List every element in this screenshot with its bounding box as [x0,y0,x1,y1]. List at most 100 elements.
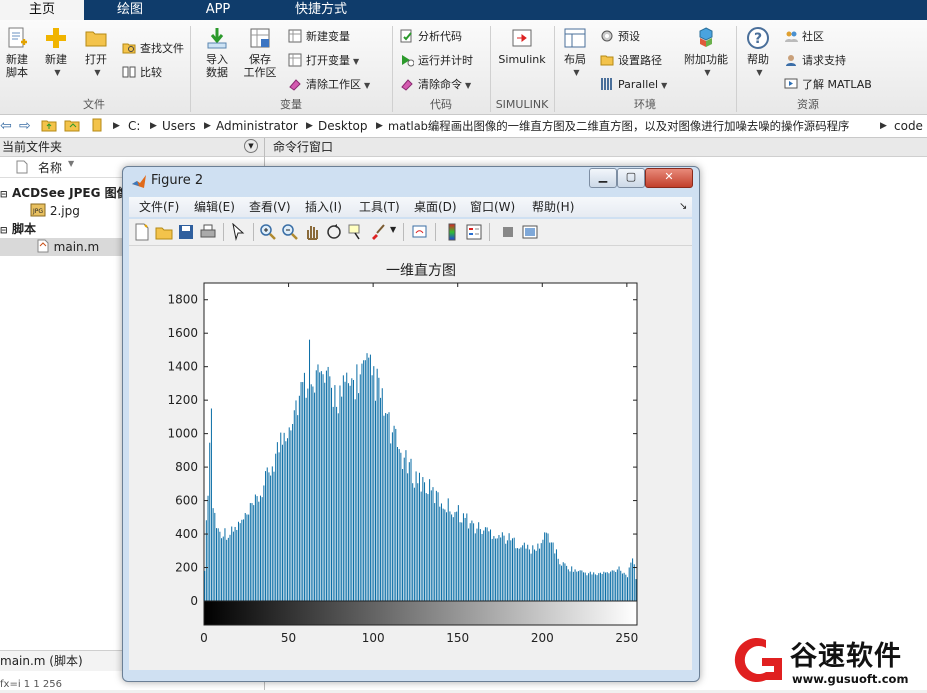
breadcrumb-part[interactable]: Administrator [216,115,298,137]
tab-plots[interactable]: 绘图 [86,0,174,20]
histogram-bar [572,571,574,601]
y-tick-label: 400 [175,527,198,541]
histogram-bar [263,485,265,601]
breadcrumb-part[interactable]: Desktop [318,115,368,137]
maximize-button[interactable]: ▢ [617,168,645,188]
panel-menu-icon[interactable]: ▼ [244,139,258,153]
histogram-bar [412,483,414,601]
column-name-header[interactable]: 名称 [38,159,62,176]
close-button[interactable]: ✕ [645,168,693,188]
rotate-3d-icon[interactable] [325,223,343,241]
find-files-icon [122,43,136,54]
histogram-bar [290,430,292,601]
new-variable-icon [288,29,302,43]
preferences-button[interactable]: 预设 [600,28,640,46]
set-path-button[interactable]: 设置路径 [600,52,662,70]
new-button[interactable]: 新建 ▼ [40,26,72,79]
menu-insert[interactable]: 插入(I) [305,197,342,217]
chevron-down-icon: ▼ [704,68,711,77]
run-and-time-button[interactable]: 运行并计时 [400,52,473,70]
import-data-button[interactable]: 导入 数据 [200,26,234,79]
layout-button[interactable]: 布局 ▼ [558,26,592,79]
histogram-bar [430,490,432,601]
link-plot-icon[interactable] [411,223,429,241]
up-folder-icon[interactable] [41,115,59,137]
zoom-out-icon[interactable] [281,223,299,241]
back-arrow-icon[interactable]: ⇦ [0,115,18,137]
menu-help[interactable]: 帮助(H) [532,197,574,217]
matlab-logo-icon [132,175,146,188]
figure-titlebar[interactable]: Figure 2 ▁ ▢ ✕ [123,167,699,195]
histogram-bar [366,353,368,601]
hide-plot-tools-icon[interactable] [499,223,517,241]
chevron-down-icon: ▼ [353,57,360,66]
breadcrumb-part[interactable]: C: [128,115,140,137]
histogram-bar [258,501,260,601]
histogram-bar [275,453,277,601]
collapse-icon[interactable]: ⊟ [0,186,12,204]
data-cursor-icon[interactable] [347,223,365,241]
new-script-button[interactable]: 新建 脚本 [2,26,32,79]
compare-button[interactable]: 比较 [122,64,162,82]
clear-commands-button[interactable]: 清除命令 ▼ [400,76,471,94]
browse-folder-icon[interactable] [64,115,82,137]
pan-hand-icon[interactable] [303,223,321,241]
addons-button[interactable]: 附加功能 ▼ [680,26,732,79]
histogram-bar [327,366,329,601]
tree-group[interactable]: ⊟ 脚本 [0,220,36,238]
request-support-button[interactable]: 请求支持 [784,52,846,70]
menu-desktop[interactable]: 桌面(D) [414,197,457,217]
new-figure-icon[interactable] [133,223,151,241]
figure-canvas[interactable]: 一维直方图 0 200 400 600 800 1000 1200 1400 1600 1800 … [129,246,692,670]
menu-file[interactable]: 文件(F) [139,197,179,217]
tab-shortcuts[interactable]: 快捷方式 [262,0,380,20]
menu-tools[interactable]: 工具(T) [359,197,400,217]
help-button[interactable]: ? 帮助 ▼ [740,26,776,79]
parallel-button[interactable]: Parallel ▼ [600,76,667,94]
zoom-in-icon[interactable] [259,223,277,241]
list-item[interactable]: JPG 2.jpg [30,202,80,220]
colorbar-icon[interactable] [443,223,461,241]
histogram-bar [356,364,358,601]
histogram-bar [351,378,353,601]
brush-icon[interactable] [369,223,387,241]
chevron-down-icon[interactable]: ▼ [390,225,396,234]
sort-arrow-icon[interactable]: ▼ [68,159,74,168]
menu-view[interactable]: 查看(V) [249,197,291,217]
breadcrumb-part[interactable]: code [894,115,923,137]
print-icon[interactable] [199,223,217,241]
histogram-bar [226,539,228,601]
breadcrumb-separator: ▶ [306,121,313,131]
breadcrumb-part[interactable]: matlab编程画出图像的一维直方图及二维直方图，以及对图像进行加噪去噪的操作源… [388,115,849,137]
group-label-file: 文件 [83,98,105,111]
open-variable-button[interactable]: 打开变量 ▼ [288,52,359,70]
new-variable-button[interactable]: 新建变量 [288,28,350,46]
show-plot-tools-icon[interactable] [521,223,539,241]
histogram-bar [454,512,456,601]
tab-apps[interactable]: APP [176,0,260,20]
save-workspace-button[interactable]: 保存 工作区 [240,26,280,79]
forward-arrow-icon[interactable]: ⇨ [19,115,37,137]
histogram-bar [385,413,387,601]
legend-icon[interactable] [465,223,483,241]
find-files-button[interactable]: 查找文件 [122,40,184,58]
community-button[interactable]: 社区 [784,28,824,46]
histogram-bar [374,400,376,601]
menu-window[interactable]: 窗口(W) [470,197,515,217]
simulink-button[interactable]: Simulink [494,26,550,66]
histogram-bar [447,498,449,601]
minimize-button[interactable]: ▁ [589,168,617,188]
menu-edit[interactable]: 编辑(E) [194,197,235,217]
analyze-code-button[interactable]: 分析代码 [400,28,462,46]
save-icon[interactable] [177,223,195,241]
menubar-arrow-icon[interactable]: ↘ [679,197,687,217]
breadcrumb-part[interactable]: Users [162,115,196,137]
clear-workspace-button[interactable]: 清除工作区 ▼ [288,76,370,94]
cursor-icon[interactable] [229,223,247,241]
tab-home[interactable]: 主页 [0,0,84,20]
watermark-logo: 谷速软件 www.gusuoft.com [730,630,927,690]
learn-matlab-button[interactable]: 了解 MATLAB [784,76,872,94]
tree-group[interactable]: ⊟ ACDSee JPEG 图像 [0,184,129,202]
open-button[interactable]: 打开 ▼ [80,26,112,79]
open-file-icon[interactable] [155,223,173,241]
